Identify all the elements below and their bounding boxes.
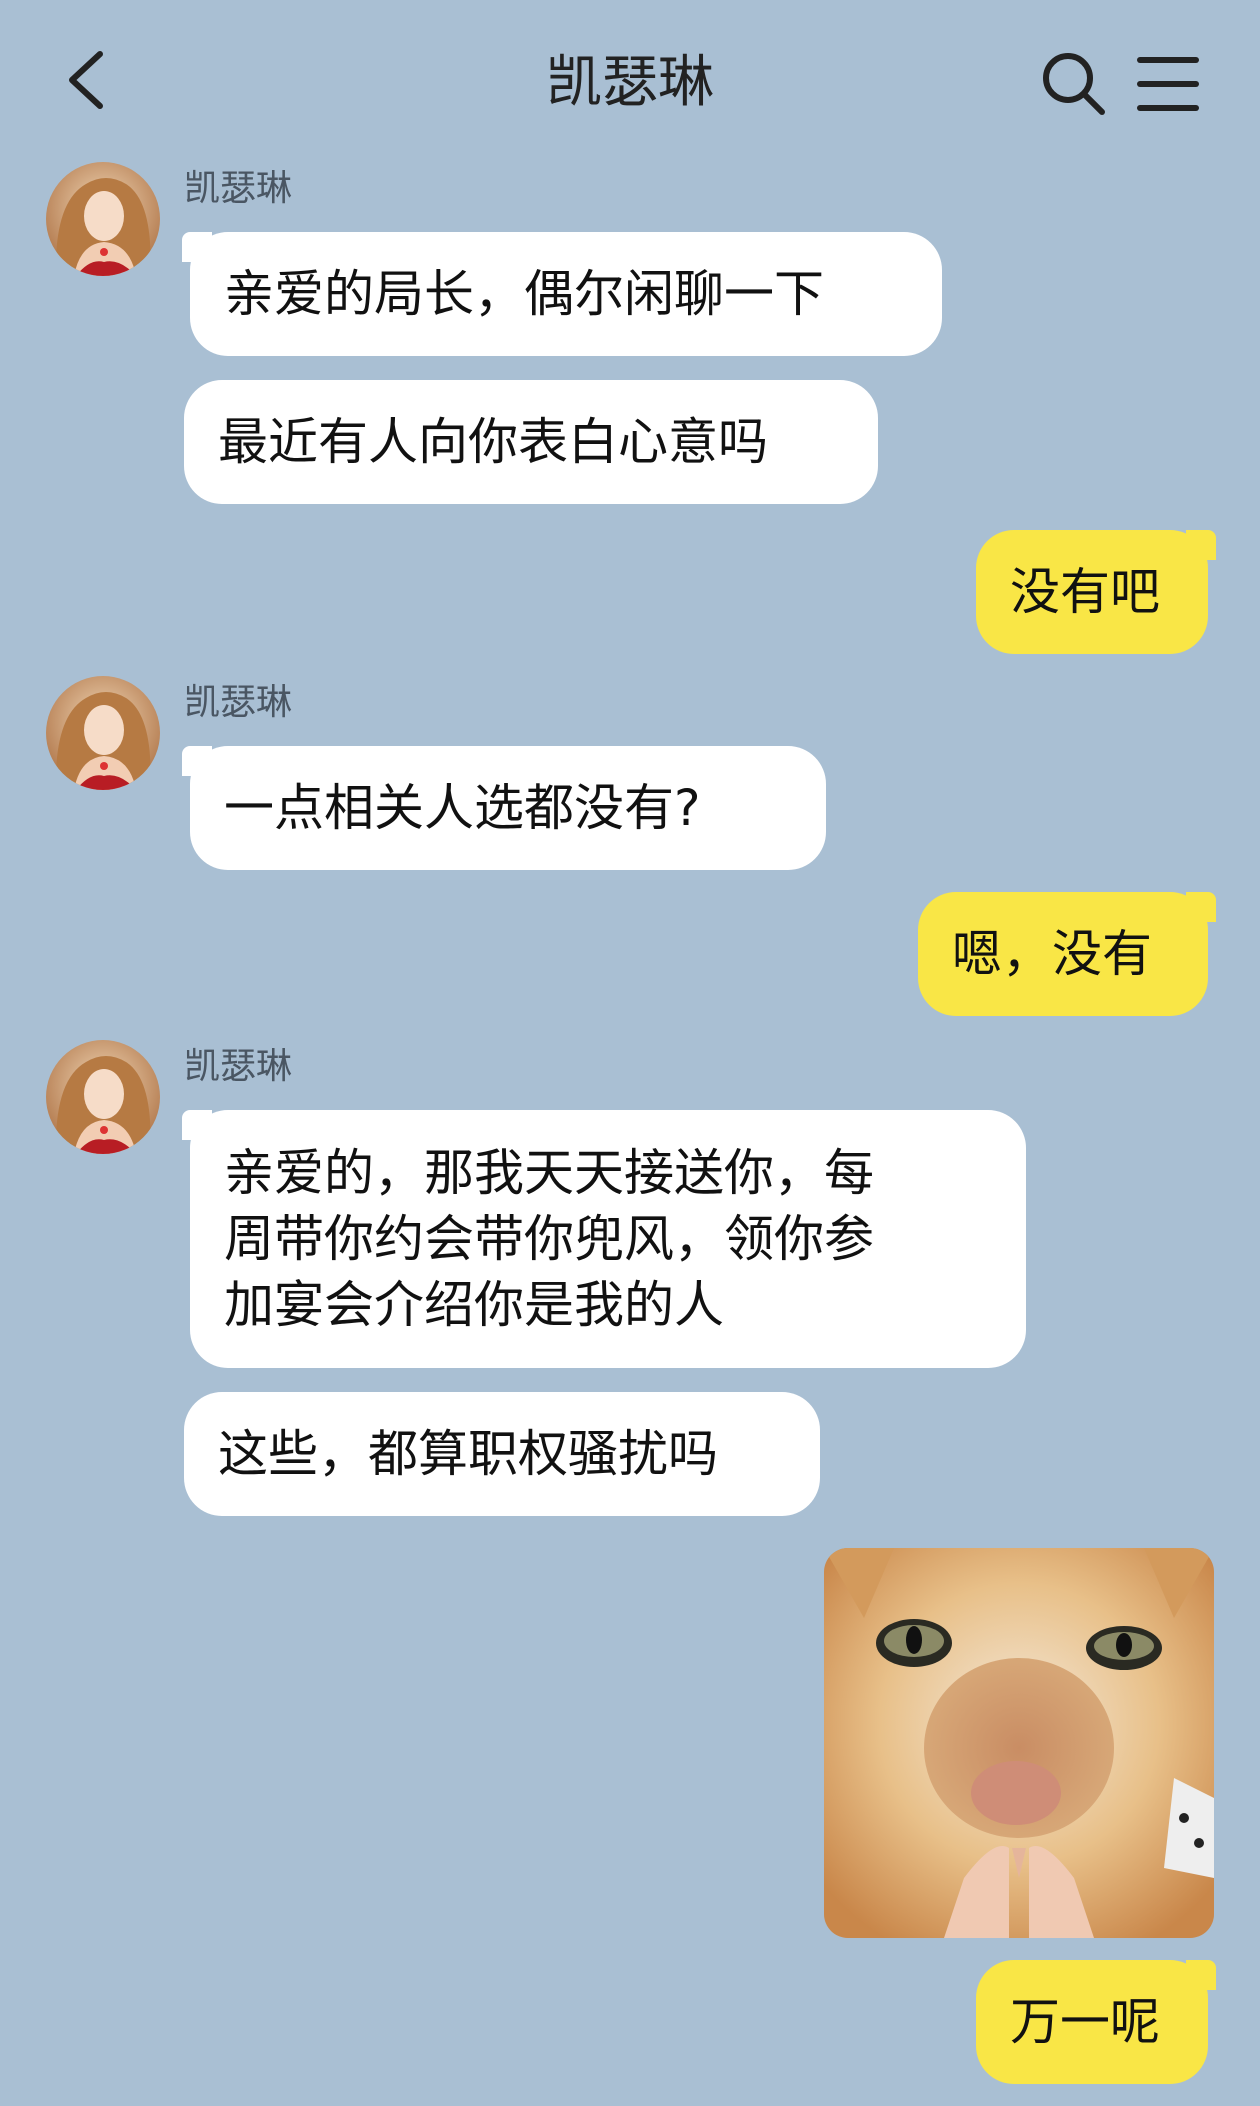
message-text: 万一呢 xyxy=(1010,1993,1160,2051)
message-text: 一点相关人选都没有? xyxy=(224,779,701,837)
incoming-message[interactable]: 这些，都算职权骚扰吗 xyxy=(184,1392,820,1516)
message-text: 亲爱的，那我天天接送你，每 周带你约会带你兜风，领你参 加宴会介绍你是我的人 xyxy=(224,1144,874,1334)
message-text: 最近有人向你表白心意吗 xyxy=(218,413,768,471)
bubble-tail xyxy=(182,1110,212,1140)
avatar-image xyxy=(46,162,160,276)
incoming-message[interactable]: 亲爱的局长，偶尔闲聊一下 xyxy=(182,232,942,356)
sender-name: 凯瑟琳 xyxy=(184,168,293,209)
incoming-message[interactable]: 一点相关人选都没有? xyxy=(182,746,826,870)
incoming-message[interactable]: 最近有人向你表白心意吗 xyxy=(184,380,878,504)
message-text: 这些，都算职权骚扰吗 xyxy=(218,1425,718,1483)
message-text: 亲爱的局长，偶尔闲聊一下 xyxy=(224,265,824,323)
avatar-image xyxy=(46,1040,160,1154)
sender-name: 凯瑟琳 xyxy=(184,1046,293,1087)
bubble-tail xyxy=(1186,892,1216,922)
search-button[interactable] xyxy=(1038,48,1108,118)
outgoing-message[interactable]: 嗯，没有 xyxy=(918,892,1216,1016)
incoming-message[interactable]: 亲爱的，那我天天接送你，每 周带你约会带你兜风，领你参 加宴会介绍你是我的人 xyxy=(182,1110,1026,1368)
bubble-tail xyxy=(182,232,212,262)
chat-header: 凯瑟琳 xyxy=(0,0,1260,160)
avatar-image xyxy=(46,676,160,790)
cat-praying-hands-sticker[interactable] xyxy=(824,1548,1214,1938)
outgoing-message[interactable]: 万一呢 xyxy=(976,1960,1216,2084)
sender-name: 凯瑟琳 xyxy=(184,682,293,723)
outgoing-message[interactable]: 没有吧 xyxy=(976,530,1216,654)
message-text: 嗯，没有 xyxy=(952,925,1152,983)
avatar[interactable] xyxy=(46,1040,160,1154)
bubble-tail xyxy=(1186,1960,1216,1990)
avatar[interactable] xyxy=(46,676,160,790)
menu-button[interactable] xyxy=(1136,52,1200,116)
bubble-tail xyxy=(182,746,212,776)
search-icon xyxy=(1043,53,1105,115)
message-text: 没有吧 xyxy=(1010,563,1160,621)
bubble-tail xyxy=(1186,530,1216,560)
sticker-image xyxy=(824,1548,1214,1938)
menu-icon xyxy=(1137,57,1199,111)
avatar[interactable] xyxy=(46,162,160,276)
